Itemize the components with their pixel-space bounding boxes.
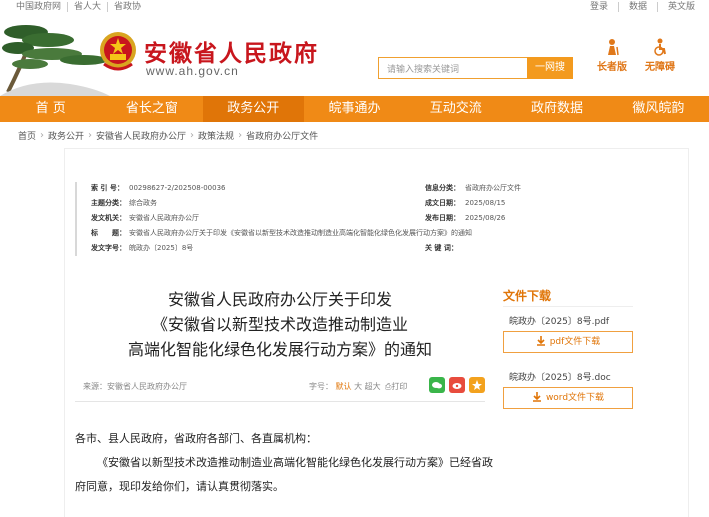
meta-topic: 主题分类： 综合政务	[91, 199, 157, 207]
document-metadata: 索 引 号： 00298627-2/202508-00036 信息分类： 省政府办公…	[75, 182, 523, 256]
breadcrumb-open-government[interactable]: 政务公开	[48, 129, 84, 142]
elder-mode-button[interactable]: 长者版	[590, 38, 634, 73]
breadcrumb-home[interactable]: 首页	[18, 129, 36, 142]
top-links: 中国政府网 省人大 省政协	[16, 2, 147, 12]
pine-tree-icon	[0, 25, 110, 96]
document-title-line: 高端化智能化绿色化发展行动方案》的通知	[127, 340, 432, 359]
main-nav: 首 页 省长之窗 政务公开 皖事通办 互动交流 政府数据 徽风皖韵	[0, 96, 709, 122]
article-container: 索 引 号： 00298627-2/202508-00036 信息分类： 省政府办公…	[64, 148, 689, 517]
search-input[interactable]: 请输入搜索关键词	[378, 57, 528, 79]
font-size-large[interactable]: 大	[354, 382, 362, 391]
weibo-share-icon[interactable]	[449, 377, 465, 393]
site-url: www.ah.gov.cn	[146, 64, 239, 78]
breadcrumb-separator-icon: ›	[40, 130, 45, 141]
salutation: 各市、县人民政府，省政府各部门、各直属机构：	[75, 432, 317, 445]
font-size-xlarge[interactable]: 超大	[365, 382, 381, 391]
breadcrumb-office[interactable]: 安徽省人民政府办公厅	[96, 129, 186, 142]
article-toolbar: 来源：安徽省人民政府办公厅 字号： 默认 大 超大 ⎙打印	[83, 375, 485, 397]
elder-mode-label: 长者版	[597, 62, 627, 73]
link-cppcc[interactable]: 省政协	[108, 2, 147, 12]
accessibility-label: 无障碍	[645, 62, 675, 73]
wechat-share-icon[interactable]	[429, 377, 445, 393]
link-npc[interactable]: 省人大	[68, 2, 109, 12]
document-title-line: 安徽省人民政府办公厅关于印发	[167, 290, 392, 309]
print-button[interactable]: ⎙打印	[385, 381, 407, 392]
top-right-links: 登录 数据 英文版	[580, 2, 695, 12]
meta-title: 标 题： 安徽省人民政府办公厅关于印发《安徽省以新型技术改造推动制造业高端化智能化…	[91, 229, 472, 237]
data-link[interactable]: 数据	[619, 2, 658, 12]
search-button[interactable]: 一网搜	[527, 57, 573, 79]
breadcrumb-separator-icon: ›	[238, 130, 243, 141]
accessibility-icon	[654, 38, 666, 56]
download-icon	[532, 392, 541, 402]
article-body: 各市、县人民政府，省政府各部门、各直属机构： 《安徽省以新型技术改造推动制造业高…	[75, 427, 495, 499]
meta-issuer: 发文机关： 安徽省人民政府办公厅	[91, 214, 199, 222]
english-link[interactable]: 英文版	[658, 2, 695, 12]
site-name[interactable]: 安徽省人民政府	[144, 34, 319, 68]
meta-info-category: 信息分类： 省政府办公厅文件	[425, 184, 521, 192]
nav-culture[interactable]: 徽风皖韵	[608, 96, 709, 122]
meta-keywords: 关 键 词：	[425, 244, 458, 252]
font-size-default[interactable]: 默认	[336, 382, 352, 391]
pdf-download-button[interactable]: pdf文件下载	[503, 331, 633, 353]
login-link[interactable]: 登录	[580, 2, 619, 12]
divider	[503, 306, 633, 307]
elder-icon	[608, 39, 619, 56]
meta-publish-date: 发布日期： 2025/08/26	[425, 214, 506, 222]
meta-doc-number: 发文字号： 皖政办〔2025〕8号	[91, 244, 194, 252]
nav-interaction[interactable]: 互动交流	[405, 96, 506, 122]
document-title: 安徽省人民政府办公厅关于印发 《安徽省以新型技术改造推动制造业 高端化智能化绿色…	[65, 287, 495, 362]
breadcrumb-policy[interactable]: 政策法规	[198, 129, 234, 142]
link-gov-cn[interactable]: 中国政府网	[16, 2, 69, 12]
breadcrumb: 首页 › 政务公开 › 安徽省人民政府办公厅 › 政策法规 › 省政府办公厅文件	[18, 129, 318, 142]
accessibility-button[interactable]: 无障碍	[638, 38, 682, 73]
breadcrumb-separator-icon: ›	[88, 130, 93, 141]
meta-index: 索 引 号： 00298627-2/202508-00036	[91, 184, 226, 192]
breadcrumb-separator-icon: ›	[190, 130, 195, 141]
nav-governor[interactable]: 省长之窗	[101, 96, 202, 122]
divider	[75, 401, 485, 402]
downloads-title: 文件下载	[503, 289, 552, 303]
font-size-switcher: 字号： 默认 大 超大	[309, 382, 381, 391]
doc-file-name: 皖政办〔2025〕8号.doc	[509, 373, 611, 383]
breadcrumb-office-docs[interactable]: 省政府办公厅文件	[246, 129, 318, 142]
qzone-share-icon[interactable]	[469, 377, 485, 393]
top-utility-bar: 中国政府网 省人大 省政协 登录 数据 英文版	[0, 0, 709, 16]
nav-open-government[interactable]: 政务公开	[202, 96, 304, 122]
nav-services[interactable]: 皖事通办	[304, 96, 405, 122]
national-emblem-icon	[100, 32, 136, 71]
article-source: 来源：安徽省人民政府办公厅	[83, 382, 187, 391]
nav-home[interactable]: 首 页	[0, 96, 101, 122]
pdf-file-name: 皖政办〔2025〕8号.pdf	[509, 317, 610, 327]
site-header: 安徽省人民政府 www.ah.gov.cn 请输入搜索关键词 一网搜 长者版 无…	[0, 16, 709, 96]
word-download-button[interactable]: word文件下载	[503, 387, 633, 409]
download-icon	[536, 336, 545, 346]
document-title-line: 《安徽省以新型技术改造推动制造业	[151, 315, 408, 334]
paragraph: 《安徽省以新型技术改造推动制造业高端化智能化绿色化发展行动方案》已经省政府同意，…	[75, 456, 493, 493]
meta-made-date: 成文日期： 2025/08/15	[425, 199, 506, 207]
nav-data[interactable]: 政府数据	[506, 96, 607, 122]
